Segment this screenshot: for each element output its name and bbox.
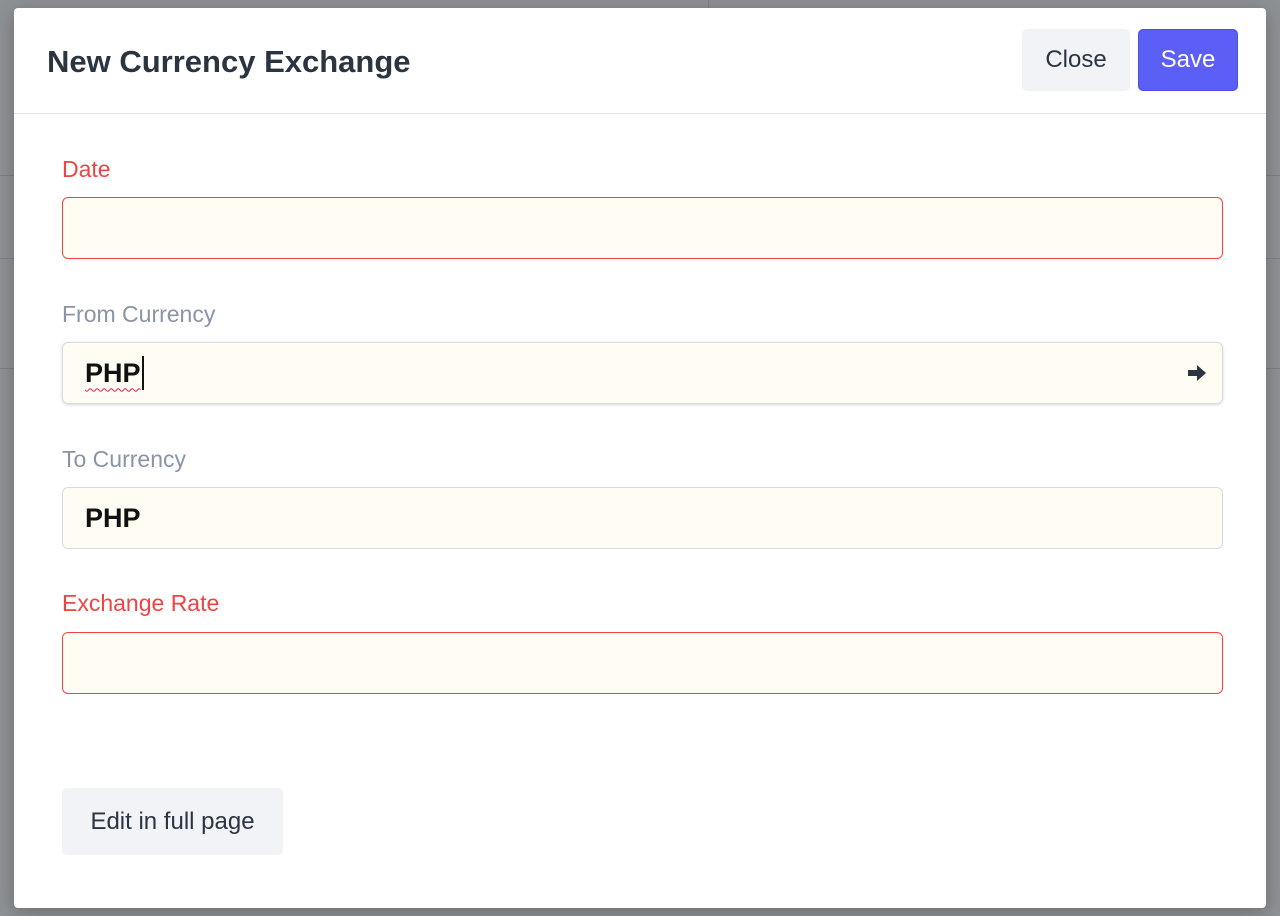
close-button[interactable]: Close [1022, 29, 1130, 91]
from-currency-label: From Currency [62, 301, 216, 327]
to-currency-value: PHP [85, 502, 141, 533]
currency-exchange-dialog: New Currency Exchange Close Save Date Fr… [14, 8, 1266, 908]
exchange-rate-label: Exchange Rate [62, 590, 220, 616]
text-caret [141, 356, 144, 390]
to-currency-label: To Currency [62, 446, 186, 472]
from-currency-value: PHP [85, 357, 141, 388]
date-field[interactable] [62, 197, 1223, 259]
exchange-rate-field[interactable] [62, 632, 1223, 694]
to-currency-field[interactable]: PHP [62, 487, 1223, 549]
date-label: Date [62, 156, 111, 182]
edit-full-page-button[interactable]: Edit in full page [62, 788, 283, 855]
save-button[interactable]: Save [1138, 29, 1238, 91]
dialog-title: New Currency Exchange [47, 44, 411, 79]
dialog-header: New Currency Exchange Close Save [14, 8, 1266, 114]
from-currency-field[interactable]: PHP [62, 342, 1223, 404]
arrow-right-icon[interactable] [1186, 362, 1208, 384]
